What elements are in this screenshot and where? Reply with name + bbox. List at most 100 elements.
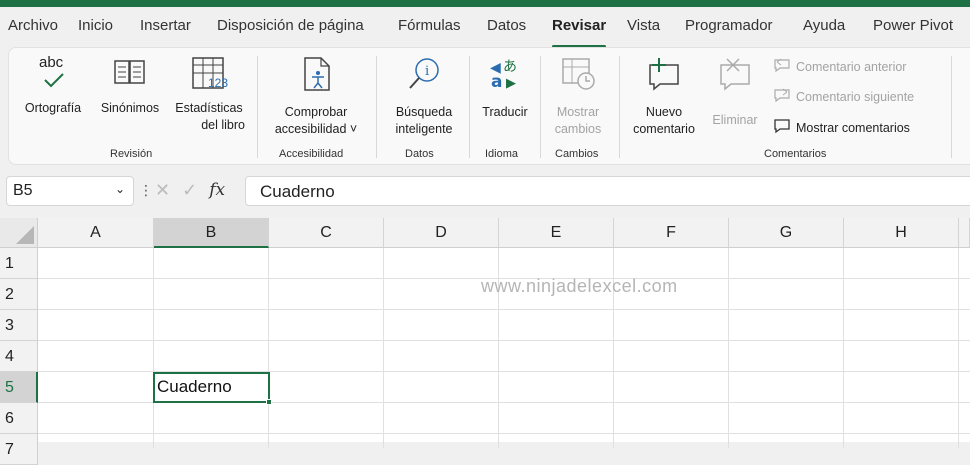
tab-inicio[interactable]: Inicio (78, 17, 113, 34)
row-header-5[interactable]: 5 (0, 372, 38, 403)
grid-line (38, 340, 970, 341)
row-header-7[interactable]: 7 (0, 434, 38, 465)
spelling-icon-text: abc (39, 54, 64, 71)
svg-text:a: a (491, 72, 502, 90)
svg-text:あ: あ (503, 59, 517, 75)
eliminar-label: Eliminar (712, 113, 758, 127)
tab-revisar[interactable]: Revisar (552, 17, 606, 34)
formula-input[interactable]: Cuaderno (245, 176, 970, 206)
tab-vista[interactable]: Vista (627, 17, 660, 34)
workbook-statistics-icon: 123 (169, 54, 249, 98)
group-label-comentarios: Comentarios (764, 148, 827, 160)
svg-text:123: 123 (208, 76, 228, 90)
select-all-button[interactable] (0, 218, 38, 248)
tab-ayuda[interactable]: Ayuda (803, 17, 845, 34)
new-comment-icon (623, 54, 705, 102)
traducir-label: Traducir (482, 105, 528, 119)
ortografia-label: Ortografía (24, 101, 82, 115)
row-header-6[interactable]: 6 (0, 403, 38, 434)
busqueda-label-1: Búsqueda (395, 105, 453, 119)
column-header-h[interactable]: H (844, 218, 959, 248)
traducir-button[interactable]: ◀ あ a ▶ Traducir (473, 54, 537, 121)
group-label-idioma: Idioma (485, 148, 519, 160)
column-header-g[interactable]: G (729, 218, 844, 248)
sinonimos-button[interactable]: Sinónimos (93, 54, 167, 117)
more-options-icon[interactable]: ⋮ (139, 182, 153, 199)
mostrar-comentarios-label: Mostrar comentarios (796, 120, 910, 135)
group-separator (619, 56, 620, 158)
row-header-1[interactable]: 1 (0, 248, 38, 279)
spreadsheet-grid: A B C D E F G H 1 2 3 4 5 6 7 www.ninjad… (0, 218, 970, 465)
column-header-i[interactable] (959, 218, 970, 248)
tab-disposicion[interactable]: Disposición de página (217, 17, 364, 34)
comentario-anterior-label: Comentario anterior (796, 59, 907, 74)
column-header-d[interactable]: D (384, 218, 499, 248)
group-label-revision: Revisión (110, 148, 153, 160)
column-header-c[interactable]: C (269, 218, 384, 248)
grid-line (38, 433, 970, 434)
row-header-4[interactable]: 4 (0, 341, 38, 372)
group-label-accesibilidad: Accesibilidad (279, 148, 344, 160)
show-changes-icon (545, 54, 611, 102)
comentario-siguiente-button[interactable]: Comentario siguiente (773, 88, 914, 105)
mostrar-comentarios-button[interactable]: Mostrar comentarios (773, 118, 910, 137)
tab-archivo[interactable]: Archivo (8, 17, 58, 34)
group-separator (540, 56, 541, 158)
column-header-b[interactable]: B (154, 218, 269, 248)
next-comment-icon (773, 88, 791, 105)
accessibility-check-icon (261, 54, 371, 102)
insert-function-icon[interactable]: fx (209, 180, 225, 201)
smart-lookup-icon: i (381, 54, 467, 102)
svg-text:i: i (425, 64, 429, 79)
estadisticas-label-2: del libro (201, 118, 245, 132)
grid-line (38, 309, 970, 310)
nuevo-comentario-label-1: Nuevo (645, 105, 683, 119)
watermark-text: www.ninjadelexcel.com (481, 276, 678, 296)
nuevo-comentario-button[interactable]: Nuevo comentario (623, 54, 705, 138)
show-comments-icon (773, 118, 791, 137)
ortografia-button[interactable]: abc Ortografía (17, 54, 89, 117)
cell-b5-value: Cuaderno (157, 377, 232, 396)
group-separator (469, 56, 470, 158)
eliminar-comentario-button[interactable]: Eliminar (706, 54, 764, 129)
sinonimos-label: Sinónimos (100, 101, 160, 115)
group-label-datos: Datos (405, 148, 434, 160)
group-label-cambios: Cambios (555, 148, 599, 160)
row-header-2[interactable]: 2 (0, 279, 38, 310)
column-header-a[interactable]: A (38, 218, 154, 248)
delete-comment-icon (706, 54, 764, 102)
column-header-e[interactable]: E (499, 218, 614, 248)
translate-icon: ◀ あ a ▶ (473, 54, 537, 102)
formula-bar: B5 ⌄ ⋮ ✕ ✓ fx Cuaderno (0, 172, 970, 210)
estadisticas-button[interactable]: 123 Estadísticas del libro (169, 54, 249, 134)
enter-icon[interactable]: ✓ (182, 180, 197, 201)
fill-handle[interactable] (266, 399, 272, 405)
spelling-icon: abc (17, 54, 89, 98)
tab-datos[interactable]: Datos (487, 17, 526, 34)
column-header-f[interactable]: F (614, 218, 729, 248)
mostrar-cambios-label-2: cambios (554, 122, 602, 136)
chevron-down-icon[interactable]: ⌄ (115, 182, 125, 196)
comentario-anterior-button[interactable]: Comentario anterior (773, 58, 906, 75)
formula-input-value: Cuaderno (260, 182, 335, 201)
previous-comment-icon (773, 58, 791, 75)
name-box[interactable]: B5 ⌄ (6, 176, 134, 206)
ribbon-panel: abc Ortografía Sinónimos 123 Estadística… (8, 47, 970, 165)
cancel-icon[interactable]: ✕ (155, 180, 170, 201)
row-header-3[interactable]: 3 (0, 310, 38, 341)
tab-power-pivot[interactable]: Power Pivot (873, 17, 953, 34)
mostrar-cambios-button[interactable]: Mostrar cambios (545, 54, 611, 138)
group-separator (257, 56, 258, 158)
tab-programador[interactable]: Programador (685, 17, 773, 34)
tab-formulas[interactable]: Fórmulas (398, 17, 461, 34)
comprobar-accesibilidad-button[interactable]: Comprobar accesibilidad ˅ (261, 54, 371, 138)
busqueda-inteligente-button[interactable]: i Búsqueda inteligente (381, 54, 467, 138)
title-bar-strip (0, 0, 970, 7)
ribbon-tabs: Archivo Inicio Insertar Disposición de p… (0, 7, 970, 48)
name-box-value: B5 (13, 182, 33, 199)
comprobar-label-1: Comprobar (284, 105, 348, 119)
formula-actions: ✕ ✓ fx (155, 180, 225, 201)
comprobar-label-2: accesibilidad ˅ (274, 122, 358, 136)
svg-text:▶: ▶ (506, 76, 516, 90)
tab-insertar[interactable]: Insertar (140, 17, 191, 34)
